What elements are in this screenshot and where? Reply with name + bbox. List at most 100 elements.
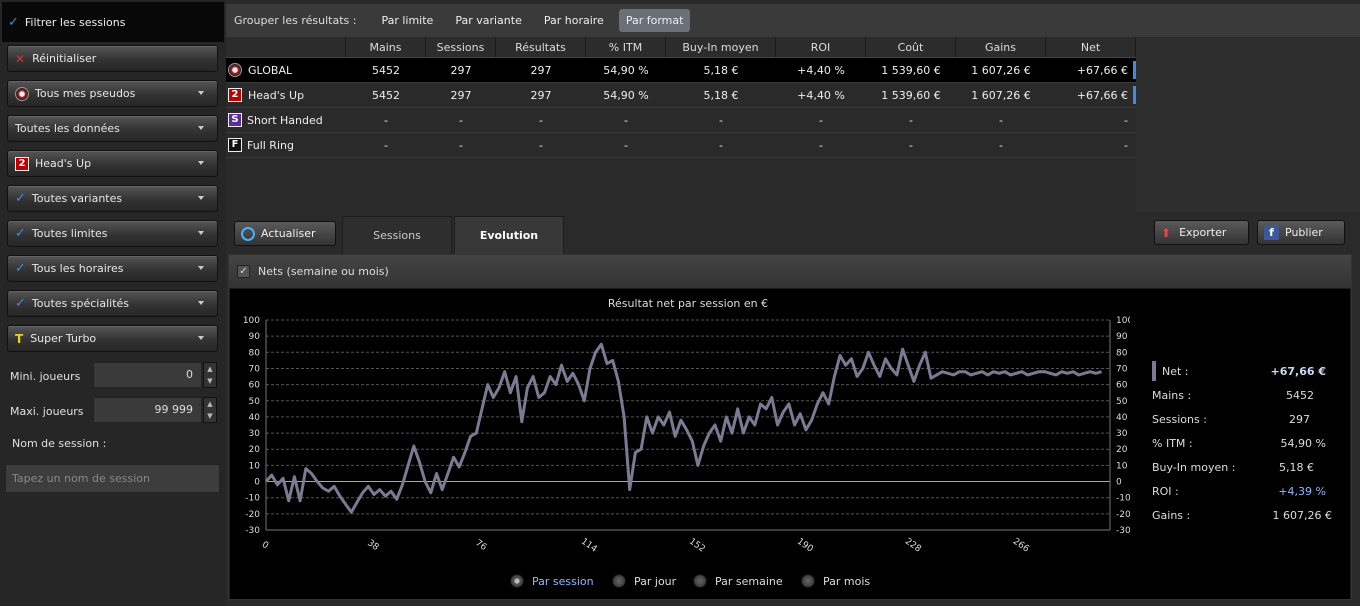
winamax-icon xyxy=(15,86,29,101)
header-name xyxy=(226,38,346,57)
y-tick-label: 90 xyxy=(249,332,261,342)
data-dropdown[interactable]: Toutes les données xyxy=(7,115,218,142)
column-header[interactable]: ROI xyxy=(776,38,866,57)
nets-checkbox-label: Nets (semaine ou mois) xyxy=(258,265,389,278)
refresh-label: Actualiser xyxy=(261,227,316,240)
radio-par-jour[interactable]: Par jour xyxy=(612,574,676,588)
stat-roi: ROI : +4,39 % xyxy=(1152,485,1332,505)
column-header[interactable]: Résultats xyxy=(496,38,586,57)
publish-button[interactable]: f Publier xyxy=(1257,220,1345,245)
y-tick-label-right: -20 xyxy=(1116,510,1130,520)
tab-par-variante[interactable]: Par variante xyxy=(448,9,529,32)
table-cell: 1 607,26 € xyxy=(971,88,1031,102)
filter-sessions-header[interactable]: ✓ Filtrer les sessions xyxy=(2,2,224,42)
limits-dropdown[interactable]: ✓ Toutes limites xyxy=(7,220,218,247)
check-icon: ✓ xyxy=(15,261,26,276)
chevron-down-icon xyxy=(198,126,204,130)
y-tick-label-right: 60 xyxy=(1116,381,1128,391)
table-cell: 5,18 € xyxy=(703,63,739,77)
stat-label: Gains : xyxy=(1152,509,1191,522)
net-color-swatch xyxy=(1152,361,1156,381)
table-cell: 297 xyxy=(530,88,552,102)
stat-sessions: Sessions : 297 xyxy=(1152,413,1332,433)
table-cell: 5452 xyxy=(372,63,400,77)
table-row[interactable]: GLOBAL 5452 297 297 54,90 % 5,18 € +4,40… xyxy=(226,58,1136,83)
y-tick-label-right: 50 xyxy=(1116,397,1128,407)
stat-value: +4,39 % xyxy=(1278,485,1326,498)
session-name-input[interactable]: Tapez un nom de session xyxy=(5,464,220,493)
stat-mains: Mains : 5452 xyxy=(1152,389,1332,409)
chevron-down-icon xyxy=(198,91,204,95)
speed-dropdown[interactable]: T Super Turbo xyxy=(7,325,218,352)
radio-label: Par semaine xyxy=(715,574,783,588)
chevron-down-icon xyxy=(198,196,204,200)
y-tick-label-right: -30 xyxy=(1116,526,1130,536)
radio-par-session[interactable]: Par session xyxy=(510,574,594,588)
radio-dot xyxy=(801,574,815,588)
tab-evolution[interactable]: Evolution xyxy=(454,216,564,254)
table-cell: 1 539,60 € xyxy=(881,88,941,102)
table-row[interactable]: F Full Ring - - - - - - - - - xyxy=(226,133,1136,158)
row-name: Short Handed xyxy=(247,113,323,127)
sidebar: ✓ Filtrer les sessions ✕ Réinitialiser T… xyxy=(0,0,226,606)
table-cell: 1 607,26 € xyxy=(971,63,1031,77)
speed-label: Super Turbo xyxy=(30,332,97,345)
x-tick-label: 76 xyxy=(473,538,488,553)
column-header[interactable]: Mains xyxy=(346,38,426,57)
variants-dropdown[interactable]: ✓ Toutes variantes xyxy=(7,185,218,212)
min-players-input[interactable]: 0 xyxy=(93,362,202,388)
x-tick-label: 190 xyxy=(795,537,815,555)
group-results-bar: Grouper les résultats : Par limite Par v… xyxy=(226,4,1360,37)
table-row[interactable]: S Short Handed - - - - - - - - - xyxy=(226,108,1136,133)
table-cell: - xyxy=(1124,113,1128,127)
max-players-input[interactable]: 99 999 xyxy=(93,397,202,423)
refresh-icon xyxy=(241,226,255,241)
y-tick-label: -30 xyxy=(245,526,260,536)
table-cell: - xyxy=(539,113,543,127)
group-results-label: Grouper les résultats : xyxy=(234,14,357,27)
y-tick-label: 20 xyxy=(249,445,261,455)
column-header[interactable]: Buy-In moyen xyxy=(666,38,776,57)
max-players-label: Maxi. joueurs xyxy=(10,405,84,418)
table-cell: - xyxy=(999,113,1003,127)
column-header[interactable]: Net xyxy=(1046,38,1136,57)
hours-dropdown[interactable]: ✓ Tous les horaires xyxy=(7,255,218,282)
y-tick-label-right: 10 xyxy=(1116,461,1128,471)
tab-sessions[interactable]: Sessions xyxy=(342,216,452,254)
pseudos-dropdown[interactable]: Tous mes pseudos xyxy=(7,80,218,107)
x-tick-label: 266 xyxy=(1011,537,1031,555)
format-dropdown[interactable]: 2 Head's Up xyxy=(7,150,218,177)
radio-par-mois[interactable]: Par mois xyxy=(801,574,870,588)
reset-label: Réinitialiser xyxy=(32,52,97,65)
tab-par-format[interactable]: Par format xyxy=(618,9,691,32)
refresh-button[interactable]: Actualiser xyxy=(234,221,336,246)
tab-par-limite[interactable]: Par limite xyxy=(374,9,440,32)
column-header[interactable]: Coût xyxy=(866,38,956,57)
publish-label: Publier xyxy=(1285,226,1323,239)
y-tick-label: -10 xyxy=(245,494,260,504)
export-icon: ⬆ xyxy=(1161,225,1172,240)
radio-par-semaine[interactable]: Par semaine xyxy=(693,574,783,588)
table-cell: - xyxy=(624,113,628,127)
y-tick-label-right: 90 xyxy=(1116,332,1128,342)
max-players-stepper[interactable]: ▲ ▼ xyxy=(203,397,217,423)
tab-par-horaire[interactable]: Par horaire xyxy=(537,9,611,32)
x-tick-label: 114 xyxy=(579,537,599,555)
net-series-line xyxy=(264,342,1102,514)
column-header[interactable]: Sessions xyxy=(426,38,496,57)
table-row[interactable]: 2 Head's Up 5452 297 297 54,90 % 5,18 € +… xyxy=(226,83,1136,108)
nets-checkbox[interactable]: ✓ xyxy=(237,265,250,278)
data-label: Toutes les données xyxy=(15,122,120,135)
table-cell: - xyxy=(819,138,823,152)
min-players-stepper[interactable]: ▲ ▼ xyxy=(203,362,217,388)
table-cell: - xyxy=(719,138,723,152)
table-cell: 297 xyxy=(450,88,472,102)
specialities-dropdown[interactable]: ✓ Toutes spécialités xyxy=(7,290,218,317)
table-cell: - xyxy=(624,138,628,152)
reset-button[interactable]: ✕ Réinitialiser xyxy=(7,45,218,72)
specialities-label: Toutes spécialités xyxy=(31,297,130,310)
column-header[interactable]: % ITM xyxy=(586,38,666,57)
net-result-chart: Résultat net par session en €10010090908… xyxy=(243,297,1134,555)
export-button[interactable]: ⬆ Exporter xyxy=(1154,220,1249,245)
column-header[interactable]: Gains xyxy=(956,38,1046,57)
